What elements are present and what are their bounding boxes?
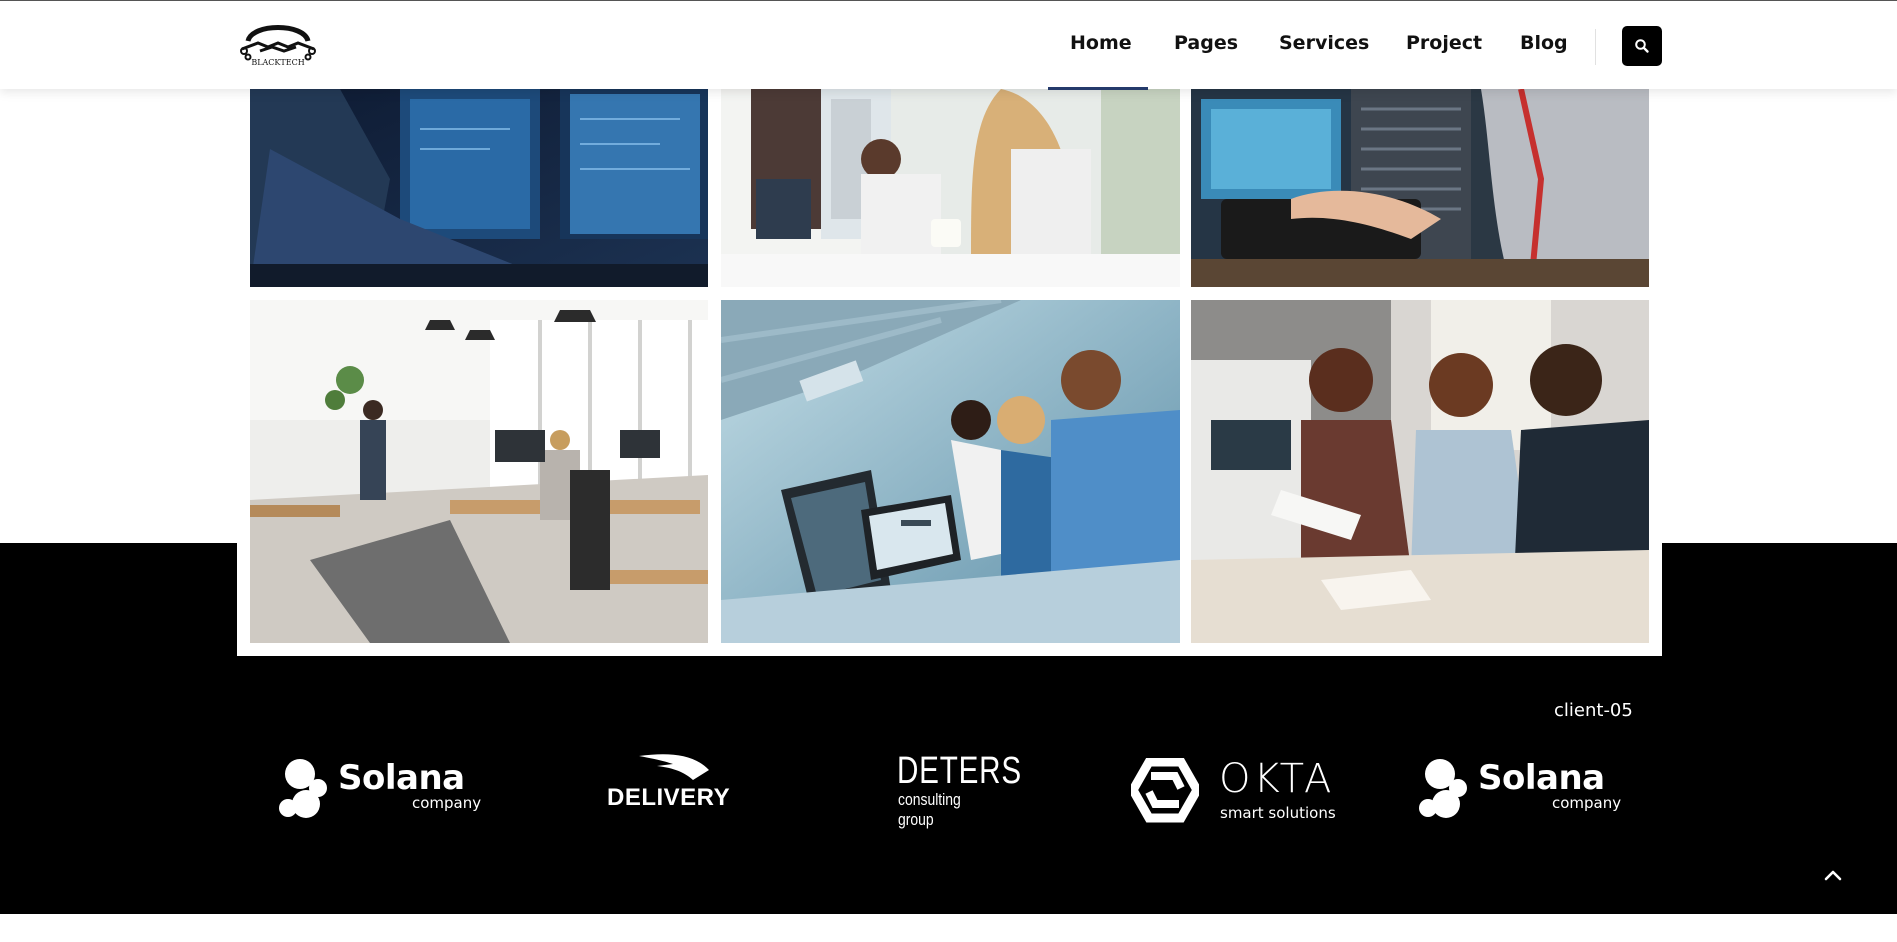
nav-active-indicator (1048, 87, 1148, 90)
site-header: BLACKTECH Home Pages Services Project Bl… (0, 0, 1897, 90)
gallery-image-5[interactable] (721, 300, 1180, 643)
gallery-image-3[interactable] (1191, 89, 1649, 287)
solana-mark-icon (279, 759, 327, 818)
nav-services[interactable]: Services (1279, 32, 1369, 54)
client-logo-delivery-name: DELIVERY (607, 784, 731, 811)
open-office-photo (250, 300, 708, 643)
nav-project[interactable]: Project (1406, 32, 1482, 54)
client-logo-okta-sub: smart solutions (1220, 804, 1336, 822)
gallery-image-6[interactable] (1191, 300, 1649, 643)
client-logo-deters-sub: consulting group (898, 790, 961, 829)
search-button[interactable] (1622, 26, 1662, 66)
nav-blog[interactable]: Blog (1520, 32, 1568, 54)
project-gallery (237, 60, 1662, 656)
client-logo-solana-1-name: Solana (338, 758, 465, 798)
client-logo-solana-2-sub: company (1552, 794, 1622, 812)
nav-pages[interactable]: Pages (1174, 32, 1238, 54)
client-logo-delivery[interactable]: DELIVERY (605, 752, 730, 812)
solana-mark-icon (1419, 759, 1467, 818)
client-logo-okta[interactable]: OKTA smart solutions (1131, 756, 1341, 826)
gallery-image-1[interactable] (250, 89, 708, 287)
team-reviewing-papers-photo (1191, 300, 1649, 643)
scroll-to-top-button[interactable] (1816, 858, 1850, 892)
client-logo-solana-2[interactable]: Solana company (1418, 756, 1638, 826)
client-logo-okta-name: OKTA (1219, 756, 1335, 802)
search-icon (1635, 39, 1649, 53)
team-at-computer-desk-photo (721, 89, 1180, 287)
handshake-logo-icon: BLACKTECH (240, 25, 316, 67)
nav-divider (1595, 29, 1596, 65)
chevron-up-icon (1824, 870, 1842, 881)
gallery-image-2[interactable] (721, 89, 1180, 287)
okta-hexagon-icon (1131, 758, 1199, 823)
client-logo-solana-2-name: Solana (1478, 758, 1605, 798)
client-logo-deters-name: DETERS (897, 750, 1022, 792)
nav-home[interactable]: Home (1070, 32, 1132, 54)
woman-typing-at-server-rack-photo (1191, 89, 1649, 287)
brand-logo-text: BLACKTECH (251, 58, 304, 67)
client-slide-label: client-05 (1554, 700, 1633, 721)
brand-logo[interactable]: BLACKTECH (238, 19, 318, 67)
client-logo-solana-1[interactable]: Solana company (278, 756, 498, 826)
delivery-wing-icon (639, 754, 709, 780)
engineer-at-monitors-photo (250, 89, 708, 287)
gallery-image-4[interactable] (250, 300, 708, 643)
client-logo-solana-1-sub: company (412, 794, 482, 812)
client-logo-deters[interactable]: DETERS consulting group (897, 750, 1021, 829)
colleagues-at-screens-photo (721, 300, 1180, 643)
